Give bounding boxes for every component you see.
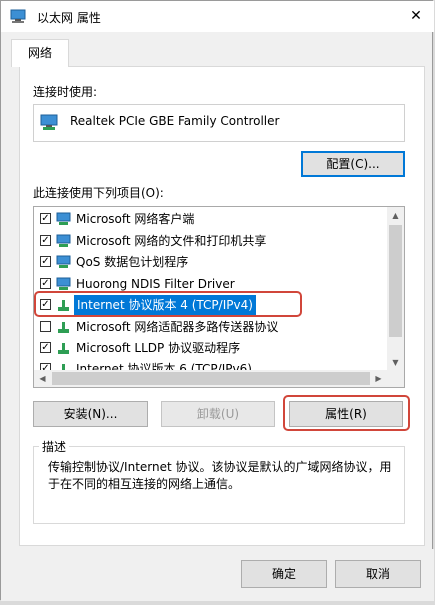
horizontal-scrollbar[interactable]: ◀ ▶	[34, 370, 404, 387]
list-item[interactable]: Microsoft 网络适配器多路传送器协议	[38, 317, 388, 337]
title-bar: 以太网 属性 ✕	[1, 1, 434, 32]
checkbox[interactable]	[40, 321, 51, 332]
list-item[interactable]: ✓ Microsoft 网络客户端	[38, 209, 388, 229]
service-icon	[56, 234, 71, 247]
connect-using-label: 连接时使用:	[33, 85, 98, 99]
network-adapter-icon	[40, 114, 58, 130]
properties-dialog: 以太网 属性 ✕ 网络 连接时使用: Realtek PCIe GBE Fami…	[0, 0, 434, 601]
network-adapter-icon	[10, 9, 26, 23]
scroll-left-arrow-icon[interactable]: ◀	[34, 370, 51, 387]
item-label: QoS 数据包计划程序	[76, 255, 189, 269]
service-icon	[56, 277, 71, 290]
horizontal-scroll-thumb[interactable]	[52, 372, 370, 385]
list-item[interactable]: ✓ Microsoft 网络的文件和打印机共享	[38, 231, 388, 251]
highlight-ring	[283, 395, 410, 431]
adapter-field: Realtek PCIe GBE Family Controller	[33, 104, 405, 142]
checkbox[interactable]: ✓	[40, 342, 51, 353]
protocol-icon	[58, 343, 69, 354]
uninstall-button[interactable]: 卸载(U)	[161, 401, 275, 427]
checkbox[interactable]: ✓	[40, 235, 51, 246]
checkbox[interactable]: ✓	[40, 256, 51, 267]
checkbox[interactable]: ✓	[40, 213, 51, 224]
ok-button[interactable]: 确定	[241, 560, 327, 588]
window-title: 以太网 属性	[37, 11, 101, 25]
description-title: 描述	[39, 438, 70, 455]
scroll-down-arrow-icon[interactable]: ▼	[387, 354, 404, 371]
vertical-scrollbar[interactable]: ▲ ▼	[387, 207, 404, 371]
checkbox[interactable]: ✓	[40, 278, 51, 289]
protocol-icon	[58, 322, 69, 333]
description-text: 传输控制协议/Internet 协议。该协议是默认的广域网络协议，用于在不同的相…	[48, 460, 392, 491]
item-label: Microsoft 网络适配器多路传送器协议	[76, 320, 279, 334]
cancel-button[interactable]: 取消	[335, 560, 421, 588]
list-item[interactable]: ✓ Microsoft LLDP 协议驱动程序	[38, 338, 388, 358]
scroll-right-arrow-icon[interactable]: ▶	[370, 370, 387, 387]
tab-network[interactable]: 网络	[11, 39, 69, 67]
item-label: Microsoft 网络客户端	[76, 212, 195, 226]
item-label: Microsoft LLDP 协议驱动程序	[76, 341, 241, 355]
scroll-up-arrow-icon[interactable]: ▲	[387, 207, 404, 224]
client-icon	[56, 212, 71, 225]
item-label: Microsoft 网络的文件和打印机共享	[76, 234, 267, 248]
dialog-footer: 确定 取消	[1, 549, 434, 601]
highlight-ring	[34, 291, 302, 317]
configure-button[interactable]: 配置(C)...	[301, 151, 405, 177]
close-button[interactable]: ✕	[404, 5, 428, 27]
items-label: 此连接使用下列项目(O):	[33, 186, 164, 200]
install-button[interactable]: 安装(N)...	[33, 401, 148, 427]
adapter-name: Realtek PCIe GBE Family Controller	[70, 114, 280, 128]
vertical-scroll-thumb[interactable]	[389, 225, 402, 337]
service-icon	[56, 255, 71, 268]
list-item[interactable]: ✓ QoS 数据包计划程序	[38, 252, 388, 272]
